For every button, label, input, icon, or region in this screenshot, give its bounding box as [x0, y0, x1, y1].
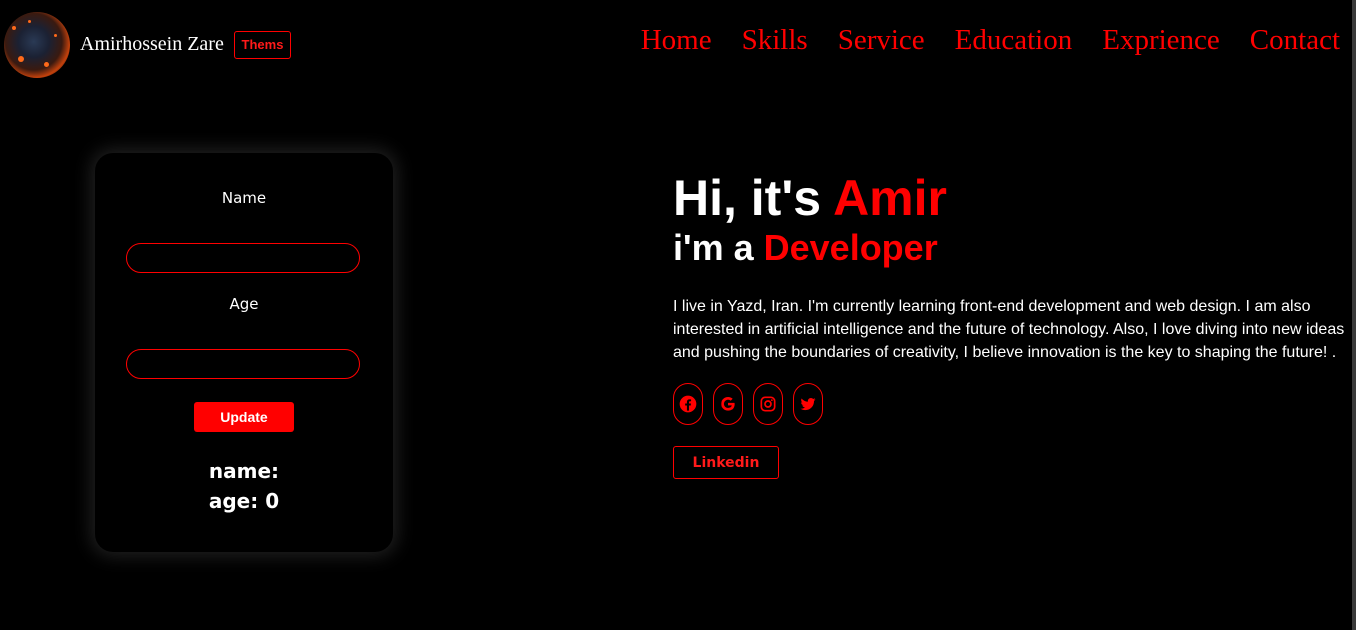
- profile-form-card: Name Age Update name: age: 0: [95, 153, 393, 552]
- hero-role-prefix: i'm a: [673, 227, 754, 268]
- google-icon: [721, 397, 735, 411]
- hero-role: Developer: [763, 227, 938, 268]
- instagram-link[interactable]: [753, 383, 783, 425]
- nav-skills[interactable]: Skills: [742, 22, 808, 62]
- result-age-label: age:: [208, 489, 259, 513]
- hero-subtitle: i'm a Developer: [673, 226, 938, 270]
- brand-name: Amirhossein Zare: [80, 33, 224, 55]
- social-links: [673, 383, 823, 425]
- nav-home[interactable]: Home: [641, 22, 712, 62]
- main-nav: Home Skills Service Education Exprience …: [641, 22, 1340, 62]
- result-name: name:: [95, 459, 393, 483]
- result-age-value: 0: [265, 489, 280, 513]
- nav-service[interactable]: Service: [838, 22, 925, 62]
- hero-name: Amir: [833, 170, 947, 226]
- age-label: Age: [229, 295, 259, 313]
- nav-contact[interactable]: Contact: [1250, 22, 1340, 62]
- theme-button[interactable]: Thems: [234, 31, 291, 59]
- facebook-link[interactable]: [673, 383, 703, 425]
- linkedin-button[interactable]: Linkedin: [673, 446, 779, 479]
- name-label: Name: [221, 189, 267, 207]
- hero-title: Hi, it's Amir: [673, 170, 947, 226]
- google-link[interactable]: [713, 383, 743, 425]
- result-name-label: name:: [208, 459, 280, 483]
- avatar: [4, 12, 70, 78]
- facebook-icon: [679, 395, 697, 413]
- twitter-icon: [800, 398, 816, 411]
- nav-exprience[interactable]: Exprience: [1102, 22, 1220, 62]
- hero-greeting: Hi, it's: [673, 170, 822, 226]
- age-input[interactable]: [126, 349, 360, 379]
- nav-education[interactable]: Education: [955, 22, 1073, 62]
- update-button[interactable]: Update: [194, 402, 294, 432]
- site-header: Amirhossein Zare Thems Home Skills Servi…: [0, 0, 1352, 90]
- instagram-icon: [760, 396, 776, 412]
- hero-bio: I live in Yazd, Iran. I'm currently lear…: [673, 298, 1345, 361]
- result-age: age: 0: [95, 489, 393, 513]
- twitter-link[interactable]: [793, 383, 823, 425]
- page-scrollbar[interactable]: [1352, 0, 1356, 630]
- name-input[interactable]: [126, 243, 360, 273]
